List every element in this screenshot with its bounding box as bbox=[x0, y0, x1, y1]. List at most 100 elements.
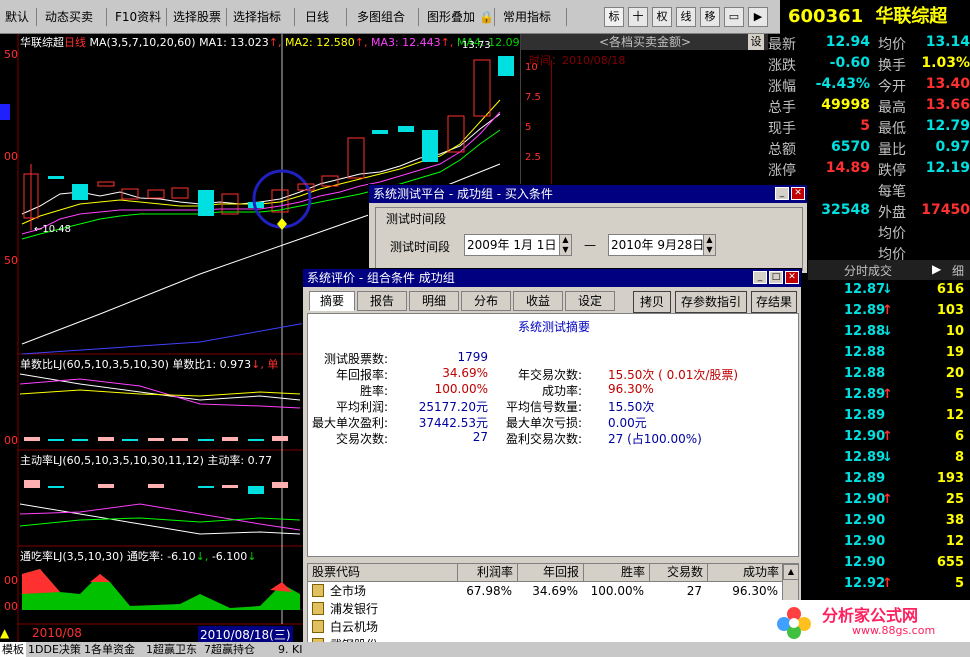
tab-detail[interactable]: 细 bbox=[952, 262, 964, 279]
toolbar-dynamic-trade-button[interactable]: 动态买卖 bbox=[40, 6, 98, 28]
toolbar-f10-button[interactable]: F10资料 bbox=[110, 6, 166, 28]
toolbar-select-indicator-button[interactable]: 选择指标 bbox=[228, 6, 286, 28]
bottom-tab-holdings[interactable]: 7超赢持仓 bbox=[204, 642, 255, 657]
ind2-value: 主动率: 0.77 bbox=[207, 454, 273, 467]
trade-price: 12.89 bbox=[844, 408, 886, 423]
quote-label: 最低 bbox=[878, 121, 906, 137]
bottom-tab-dde[interactable]: 1DDE决策 bbox=[28, 642, 81, 657]
settings-button[interactable]: 设 bbox=[748, 34, 764, 50]
stat-label: 盈利交易次数: bbox=[505, 432, 582, 446]
brand-name: 分析家公式网 bbox=[822, 606, 919, 625]
minimize-button[interactable]: _ bbox=[775, 187, 789, 200]
toolbar-separator bbox=[294, 8, 295, 26]
date-from-input[interactable]: 2009年 1月 1日 ▲ ▼ bbox=[464, 234, 572, 256]
toolbar-multi-chart-button[interactable]: 多图组合 bbox=[352, 6, 410, 28]
tab-trades[interactable]: 分时成交 bbox=[844, 262, 892, 279]
table-cell bbox=[518, 600, 578, 618]
chart-header: 华联综超日线 MA(3,5,7,10,20,60) MA1: 13.023↑, … bbox=[20, 36, 520, 49]
trade-row: 12.89 ↑ 5 bbox=[808, 387, 970, 408]
ind2-title: 主动率LJ(60,5,10,3,5,10,30,11,12) bbox=[20, 454, 204, 467]
trade-price: 12.90 bbox=[844, 513, 886, 528]
spinner-icon[interactable]: ▲ ▼ bbox=[559, 235, 571, 255]
stock-icon bbox=[312, 620, 324, 633]
tab-detail[interactable]: 明细 bbox=[409, 291, 459, 311]
table-row[interactable]: 全市场 67.98% 34.69% 100.00% 27 96.30% bbox=[308, 582, 784, 600]
minimize-button[interactable]: _ bbox=[753, 271, 767, 284]
toolbar-common-indicator-button[interactable]: 常用指标 bbox=[498, 6, 556, 28]
mark-button[interactable]: 标 bbox=[604, 7, 624, 27]
axis-line bbox=[551, 60, 552, 184]
trade-volume: 193 bbox=[936, 471, 964, 486]
table-row[interactable]: 浦发银行 bbox=[308, 600, 784, 618]
stat-value: 27 bbox=[472, 430, 488, 444]
watermark-logo: 分析家公式网 www.88gs.com bbox=[770, 600, 970, 642]
quote-value: 0.97 bbox=[935, 139, 970, 155]
trade-row: 12.92 ↑ 5 bbox=[808, 576, 970, 597]
table-header-cell[interactable]: 利润率 bbox=[458, 564, 518, 582]
bottom-tab-funds[interactable]: 1各单资金 bbox=[84, 642, 135, 657]
close-button[interactable]: ✕ bbox=[791, 187, 805, 200]
trade-row: 12.89 ↑ 103 bbox=[808, 303, 970, 324]
chart-stock-name: 华联综超 bbox=[20, 36, 64, 49]
play-icon[interactable]: ▶ bbox=[932, 262, 941, 276]
date-to-input[interactable]: 2010年 9月28日 ▲ ▼ bbox=[608, 234, 716, 256]
tab-report[interactable]: 报告 bbox=[357, 291, 407, 311]
stat-value: 15.50次 bbox=[608, 400, 655, 414]
tab-distribution[interactable]: 分布 bbox=[461, 291, 511, 311]
arrow-up-icon: ↑ bbox=[882, 429, 893, 444]
spinner-icon[interactable]: ▲ ▼ bbox=[703, 235, 715, 255]
trade-volume: 5 bbox=[954, 576, 964, 591]
save-result-button[interactable]: 存结果 bbox=[751, 291, 797, 313]
stat-value: 96.30% bbox=[608, 382, 654, 396]
table-header-cell[interactable]: 交易数 bbox=[650, 564, 708, 582]
lock-icon[interactable]: 🔒 bbox=[478, 6, 494, 28]
quote-label: 换手 bbox=[878, 58, 906, 74]
window-icon[interactable]: ▭ bbox=[724, 7, 744, 27]
quote-label: 最新 bbox=[768, 37, 796, 53]
price-marker bbox=[0, 104, 10, 120]
trade-row: 12.90 ↑ 6 bbox=[808, 429, 970, 450]
table-cell: 67.98% bbox=[466, 584, 512, 598]
move-button[interactable]: 移 bbox=[700, 7, 720, 27]
maximize-button[interactable]: □ bbox=[769, 271, 783, 284]
table-cell: 100.00% bbox=[590, 584, 644, 598]
table-row[interactable]: 白云机场 bbox=[308, 618, 784, 636]
toolbar-select-stock-button[interactable]: 选择股票 bbox=[168, 6, 226, 28]
axis-label: 50 bbox=[4, 254, 18, 267]
table-header-cell[interactable]: 成功率 bbox=[708, 564, 784, 582]
crosshair-button[interactable]: 十 bbox=[628, 7, 648, 27]
close-button[interactable]: ✕ bbox=[785, 271, 799, 284]
save-params-button[interactable]: 存参数指引 bbox=[675, 291, 747, 313]
table-cell: 浦发银行 bbox=[330, 602, 379, 616]
bottom-tab-wd[interactable]: 1超赢卫东 bbox=[146, 642, 197, 657]
arrow-up-icon: ↑ bbox=[882, 576, 893, 591]
tick-label: 5 bbox=[525, 122, 532, 133]
rights-button[interactable]: 权 bbox=[652, 7, 672, 27]
table-header-cell[interactable]: 股票代码 bbox=[308, 564, 458, 582]
table-header-cell[interactable]: 年回报 bbox=[518, 564, 584, 582]
bottom-tab-ki[interactable]: 9. KI bbox=[278, 642, 302, 657]
table-cell bbox=[650, 618, 702, 636]
trade-volume: 5 bbox=[954, 387, 964, 402]
toolbar-daily-button[interactable]: 日线 bbox=[300, 6, 334, 28]
bid-ask-title: <各档买卖金额> bbox=[521, 34, 769, 50]
tab-summary[interactable]: 摘要 bbox=[309, 291, 355, 311]
toolbar-default-button[interactable]: 默认 bbox=[0, 6, 34, 28]
play-icon[interactable]: ▶ bbox=[748, 7, 768, 27]
copy-button[interactable]: 拷贝 bbox=[633, 291, 671, 313]
stat-value: 15.50次 ( 0.01次/股票) bbox=[608, 368, 739, 382]
table-header-cell[interactable]: 胜率 bbox=[584, 564, 650, 582]
table-cell bbox=[518, 618, 578, 636]
toolbar-overlay-button[interactable]: 图形叠加 bbox=[422, 6, 480, 28]
stat-label: 交易次数: bbox=[335, 432, 388, 446]
stat-label: 平均信号数量: bbox=[505, 400, 582, 414]
tab-settings[interactable]: 设定 bbox=[565, 291, 615, 311]
scroll-up-icon[interactable]: ▲ bbox=[783, 564, 798, 580]
tab-income[interactable]: 收益 bbox=[513, 291, 563, 311]
trades-list: 12.87 ↓ 616 12.89 ↑ 103 12.88 ↓ 10 12.88 19 12.88 20… bbox=[808, 282, 970, 622]
trade-price: 12.88 bbox=[844, 345, 886, 360]
quote-value: -4.43% bbox=[815, 76, 870, 92]
bottom-tab-template[interactable]: 模板 bbox=[0, 642, 26, 657]
quote-value: 17450 bbox=[921, 202, 970, 218]
line-button[interactable]: 线 bbox=[676, 7, 696, 27]
